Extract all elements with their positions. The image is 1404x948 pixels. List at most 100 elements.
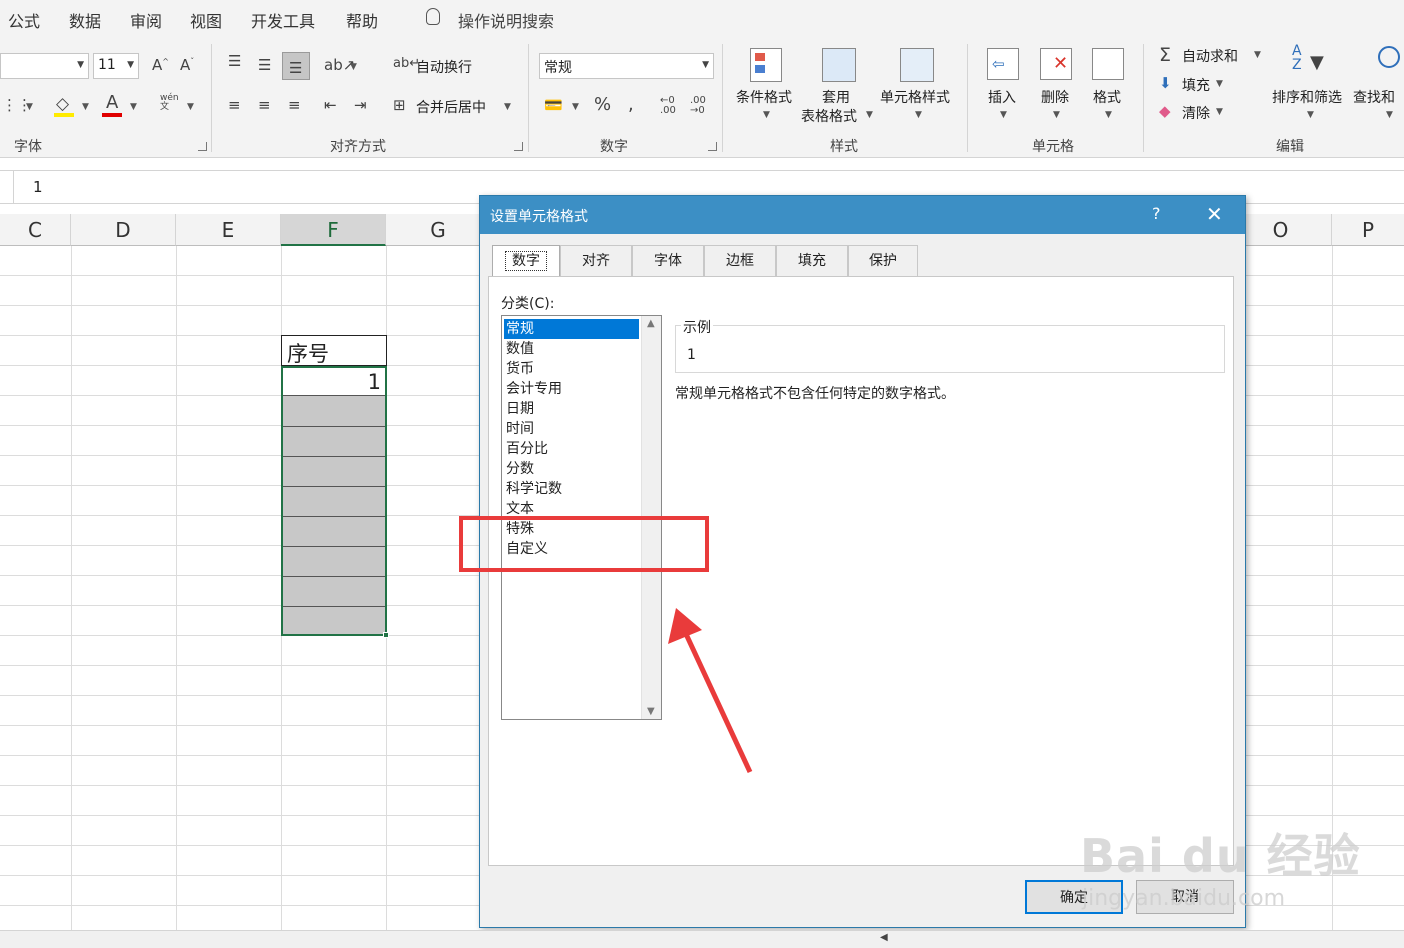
align-center-icon[interactable]: ≡ bbox=[258, 96, 271, 114]
dialog-tab-fill[interactable]: 填充 bbox=[776, 245, 848, 277]
align-middle-icon[interactable]: ☰ bbox=[258, 56, 271, 74]
help-button[interactable]: ? bbox=[1152, 204, 1161, 223]
find-magnifier-icon[interactable] bbox=[1378, 46, 1400, 68]
fill-handle[interactable] bbox=[383, 632, 389, 638]
column-header-d[interactable]: D bbox=[71, 214, 176, 246]
font-size-combo[interactable]: 11 ▼ bbox=[93, 53, 139, 79]
font-color-icon[interactable]: A bbox=[106, 92, 118, 113]
percent-style-icon[interactable]: % bbox=[594, 94, 611, 115]
column-header-g[interactable]: G bbox=[386, 214, 491, 246]
chevron-down-icon[interactable]: ▼ bbox=[1105, 110, 1112, 120]
chevron-down-icon[interactable]: ▼ bbox=[1053, 110, 1060, 120]
cell-f-value[interactable]: 1 bbox=[283, 368, 385, 396]
dialog-title-bar[interactable]: 设置单元格格式 ? ✕ bbox=[480, 196, 1245, 234]
sort-filter-icon[interactable]: AZ bbox=[1292, 44, 1302, 72]
sort-filter-button[interactable]: 排序和筛选 bbox=[1272, 87, 1342, 107]
chevron-down-icon[interactable]: ▼ bbox=[1216, 107, 1223, 117]
chevron-down-icon[interactable]: ▼ bbox=[1307, 110, 1314, 120]
merge-center-button[interactable]: 合并后居中 bbox=[416, 97, 486, 117]
delete-button[interactable]: 删除 bbox=[1041, 87, 1069, 107]
filter-funnel-icon[interactable]: ▼ bbox=[1310, 52, 1324, 73]
chevron-down-icon[interactable]: ▼ bbox=[26, 102, 33, 112]
fill-button[interactable]: 填充 bbox=[1182, 75, 1210, 95]
lightbulb-icon[interactable] bbox=[426, 8, 440, 25]
increase-indent-icon[interactable]: ⇥ bbox=[354, 96, 367, 114]
selected-range[interactable]: 1 bbox=[281, 366, 387, 636]
close-icon[interactable]: ✕ bbox=[1206, 202, 1223, 226]
tab-review[interactable]: 审阅 bbox=[130, 8, 162, 32]
category-accounting[interactable]: 会计专用 bbox=[504, 379, 639, 399]
conditional-formatting-icon[interactable] bbox=[750, 48, 782, 82]
decrease-decimal-icon[interactable]: .00 →0 bbox=[690, 96, 706, 116]
font-name-combo[interactable]: ▼ bbox=[0, 53, 89, 79]
alignment-dialog-launcher-icon[interactable] bbox=[514, 142, 523, 151]
category-percentage[interactable]: 百分比 bbox=[504, 439, 639, 459]
tab-data[interactable]: 数据 bbox=[69, 8, 101, 32]
autosum-button[interactable]: 自动求和 bbox=[1182, 46, 1238, 66]
dialog-tab-protection[interactable]: 保护 bbox=[848, 245, 918, 277]
chevron-down-icon[interactable]: ▼ bbox=[866, 110, 873, 120]
find-select-button[interactable]: 查找和 bbox=[1353, 87, 1395, 107]
chevron-down-icon[interactable]: ▼ bbox=[1216, 79, 1223, 89]
tab-view[interactable]: 视图 bbox=[190, 8, 222, 32]
category-scientific[interactable]: 科学记数 bbox=[504, 479, 639, 499]
insert-button[interactable]: 插入 bbox=[988, 87, 1016, 107]
chevron-down-icon[interactable]: ▼ bbox=[763, 110, 770, 120]
grow-font-icon[interactable]: A^ bbox=[152, 56, 169, 74]
number-format-combo[interactable]: 常规 ▼ bbox=[539, 53, 714, 79]
chevron-down-icon[interactable]: ▼ bbox=[82, 102, 89, 112]
comma-style-icon[interactable]: , bbox=[628, 94, 634, 115]
chevron-down-icon[interactable]: ▼ bbox=[350, 62, 357, 72]
chevron-down-icon[interactable]: ▼ bbox=[1254, 50, 1261, 60]
number-dialog-launcher-icon[interactable] bbox=[708, 142, 717, 151]
shrink-font-icon[interactable]: Aˇ bbox=[180, 56, 194, 74]
format-cells-icon[interactable] bbox=[1092, 48, 1124, 80]
dialog-tab-border[interactable]: 边框 bbox=[704, 245, 776, 277]
decrease-indent-icon[interactable]: ⇤ bbox=[324, 96, 337, 114]
align-top-icon[interactable]: ☰ bbox=[228, 52, 241, 70]
cell-styles-button[interactable]: 单元格样式 bbox=[880, 87, 950, 107]
tab-formulas[interactable]: 公式 bbox=[8, 8, 40, 32]
fill-down-icon[interactable]: ⬇ bbox=[1159, 74, 1172, 92]
clear-button[interactable]: 清除 bbox=[1182, 103, 1210, 123]
tab-developer[interactable]: 开发工具 bbox=[251, 8, 315, 32]
category-currency[interactable]: 货币 bbox=[504, 359, 639, 379]
delete-cells-icon[interactable]: ✕ bbox=[1040, 48, 1072, 80]
align-bottom-button[interactable]: ☰ bbox=[282, 52, 310, 80]
category-number[interactable]: 数值 bbox=[504, 339, 639, 359]
cell-styles-icon[interactable] bbox=[900, 48, 934, 82]
conditional-formatting-button[interactable]: 条件格式 bbox=[736, 87, 792, 107]
autosum-icon[interactable]: Σ bbox=[1159, 44, 1171, 66]
increase-decimal-icon[interactable]: ←0.00 bbox=[660, 96, 676, 116]
category-date[interactable]: 日期 bbox=[504, 399, 639, 419]
scroll-down-icon[interactable]: ▼ bbox=[647, 706, 655, 717]
column-header-f[interactable]: F bbox=[281, 214, 386, 246]
align-left-icon[interactable]: ≡ bbox=[228, 96, 241, 114]
dialog-tab-number[interactable]: 数字 bbox=[492, 245, 560, 278]
column-header-e[interactable]: E bbox=[176, 214, 281, 246]
column-header-p[interactable]: P bbox=[1332, 214, 1404, 246]
wrap-text-button[interactable]: 自动换行 bbox=[416, 57, 472, 77]
dialog-tab-alignment[interactable]: 对齐 bbox=[560, 245, 632, 277]
format-as-table-label-1[interactable]: 套用 bbox=[822, 87, 850, 107]
cell-f-header[interactable]: 序号 bbox=[281, 335, 387, 366]
tell-me-search[interactable]: 操作说明搜索 bbox=[458, 8, 554, 32]
category-time[interactable]: 时间 bbox=[504, 419, 639, 439]
chevron-down-icon[interactable]: ▼ bbox=[504, 102, 511, 112]
tab-help[interactable]: 帮助 bbox=[346, 8, 378, 32]
scroll-up-icon[interactable]: ▲ bbox=[647, 318, 655, 329]
chevron-down-icon[interactable]: ▼ bbox=[572, 102, 579, 112]
formula-bar-value[interactable]: 1 bbox=[33, 178, 43, 196]
category-fraction[interactable]: 分数 bbox=[504, 459, 639, 479]
accounting-format-icon[interactable]: 💳 bbox=[544, 96, 563, 114]
align-right-icon[interactable]: ≡ bbox=[288, 96, 301, 114]
chevron-down-icon[interactable]: ▼ bbox=[1000, 110, 1007, 120]
merge-center-icon[interactable]: ⊞ bbox=[393, 96, 406, 114]
phonetic-guide-icon[interactable]: wén 文 bbox=[160, 94, 179, 112]
scroll-left-icon[interactable]: ◀ bbox=[880, 932, 888, 943]
fill-color-icon[interactable]: ◇ bbox=[56, 94, 69, 114]
column-header-c[interactable]: C bbox=[0, 214, 71, 246]
name-box[interactable] bbox=[0, 171, 14, 203]
font-dialog-launcher-icon[interactable] bbox=[198, 142, 207, 151]
format-as-table-icon[interactable] bbox=[822, 48, 856, 82]
